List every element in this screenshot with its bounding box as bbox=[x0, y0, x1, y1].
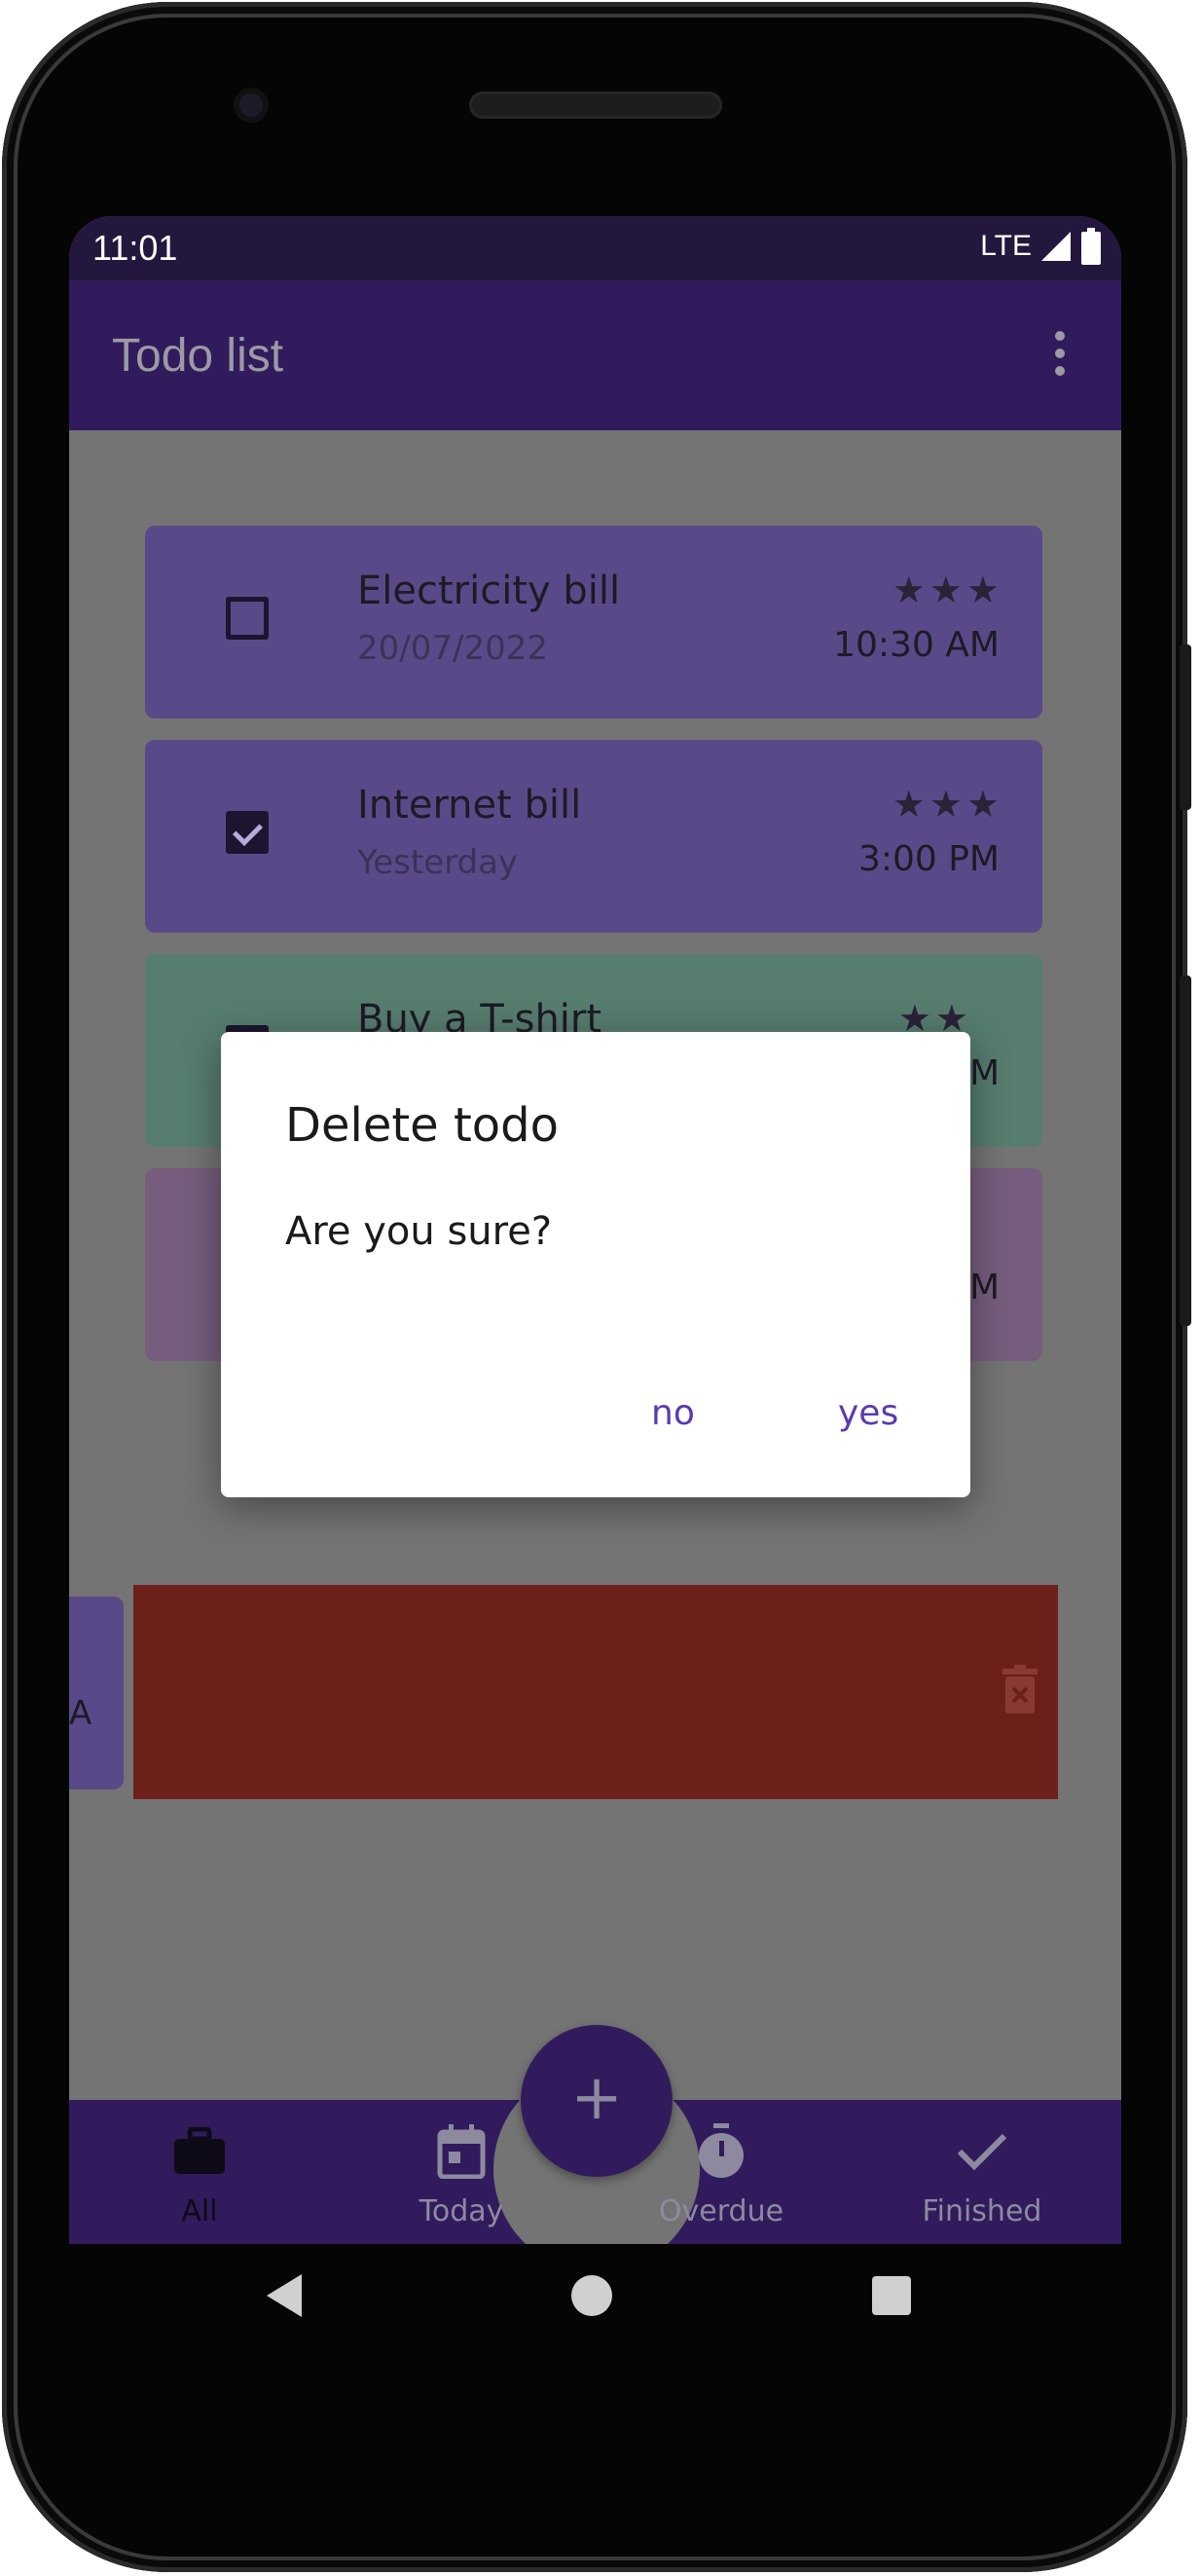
todo-time: 3:00 PM bbox=[857, 839, 1000, 879]
delete-icon[interactable] bbox=[1001, 1665, 1039, 1715]
nav-item-overdue[interactable]: Overdue bbox=[624, 2122, 819, 2228]
power-button bbox=[1180, 975, 1191, 1326]
yes-button[interactable]: yes bbox=[832, 1392, 904, 1434]
delete-dialog: Delete todo Are you sure? no yes bbox=[221, 1032, 970, 1497]
nav-label-today: Today bbox=[419, 2194, 504, 2228]
swiped-todo-card[interactable]: A bbox=[69, 1597, 124, 1789]
screen: 11:01 LTE Todo list Electricity bill 20/… bbox=[69, 216, 1121, 2244]
battery-icon bbox=[1081, 228, 1101, 265]
app-bar: Todo list bbox=[69, 280, 1121, 430]
briefcase-icon bbox=[174, 2127, 225, 2174]
phone-frame: 11:01 LTE Todo list Electricity bill 20/… bbox=[2, 2, 1191, 2572]
back-icon[interactable] bbox=[265, 2272, 304, 2319]
todo-card[interactable]: Internet bill Yesterday ★★★ 3:00 PM bbox=[145, 740, 1042, 933]
nav-label-finished: Finished bbox=[922, 2194, 1042, 2228]
status-bar: 11:01 LTE bbox=[69, 216, 1121, 280]
nav-label-overdue: Overdue bbox=[658, 2194, 784, 2228]
status-time: 11:01 bbox=[92, 228, 178, 268]
recents-icon[interactable] bbox=[872, 2276, 911, 2315]
network-type: LTE bbox=[980, 230, 1032, 262]
todo-time-partial: A bbox=[69, 1694, 92, 1733]
todo-time: 10:30 AM bbox=[833, 625, 1000, 665]
priority-stars: ★★★ bbox=[892, 569, 1003, 611]
home-icon[interactable] bbox=[570, 2274, 613, 2317]
nav-label-all: All bbox=[181, 2194, 218, 2228]
nav-item-finished[interactable]: Finished bbox=[885, 2122, 1079, 2228]
todo-date: 20/07/2022 bbox=[357, 629, 548, 668]
todo-card[interactable]: Electricity bill 20/07/2022 ★★★ 10:30 AM bbox=[145, 526, 1042, 718]
todo-checkbox-checked[interactable] bbox=[226, 811, 269, 854]
calendar-icon bbox=[437, 2124, 486, 2179]
status-icons: LTE bbox=[980, 228, 1102, 265]
todo-time: M bbox=[968, 1268, 1000, 1307]
signal-icon bbox=[1041, 232, 1071, 261]
check-icon bbox=[957, 2133, 1007, 2171]
delete-swipe-background bbox=[133, 1585, 1058, 1799]
volume-button bbox=[1180, 644, 1191, 810]
todo-title: Electricity bill bbox=[357, 569, 621, 613]
dialog-title: Delete todo bbox=[285, 1098, 559, 1153]
priority-stars: ★★★ bbox=[892, 783, 1003, 826]
dialog-message: Are you sure? bbox=[285, 1209, 553, 1254]
no-button[interactable]: no bbox=[645, 1392, 701, 1434]
nav-item-all[interactable]: All bbox=[102, 2122, 297, 2228]
todo-date: Yesterday bbox=[357, 843, 519, 882]
front-camera bbox=[234, 88, 269, 123]
todo-checkbox[interactable] bbox=[226, 597, 269, 640]
overflow-menu-icon[interactable] bbox=[1053, 331, 1067, 378]
nav-item-today[interactable]: Today bbox=[364, 2122, 559, 2228]
app-title: Todo list bbox=[112, 330, 284, 382]
timer-icon bbox=[699, 2123, 744, 2178]
todo-time: M bbox=[968, 1053, 1000, 1093]
todo-title: Internet bill bbox=[357, 783, 582, 828]
earpiece-speaker bbox=[469, 92, 722, 119]
